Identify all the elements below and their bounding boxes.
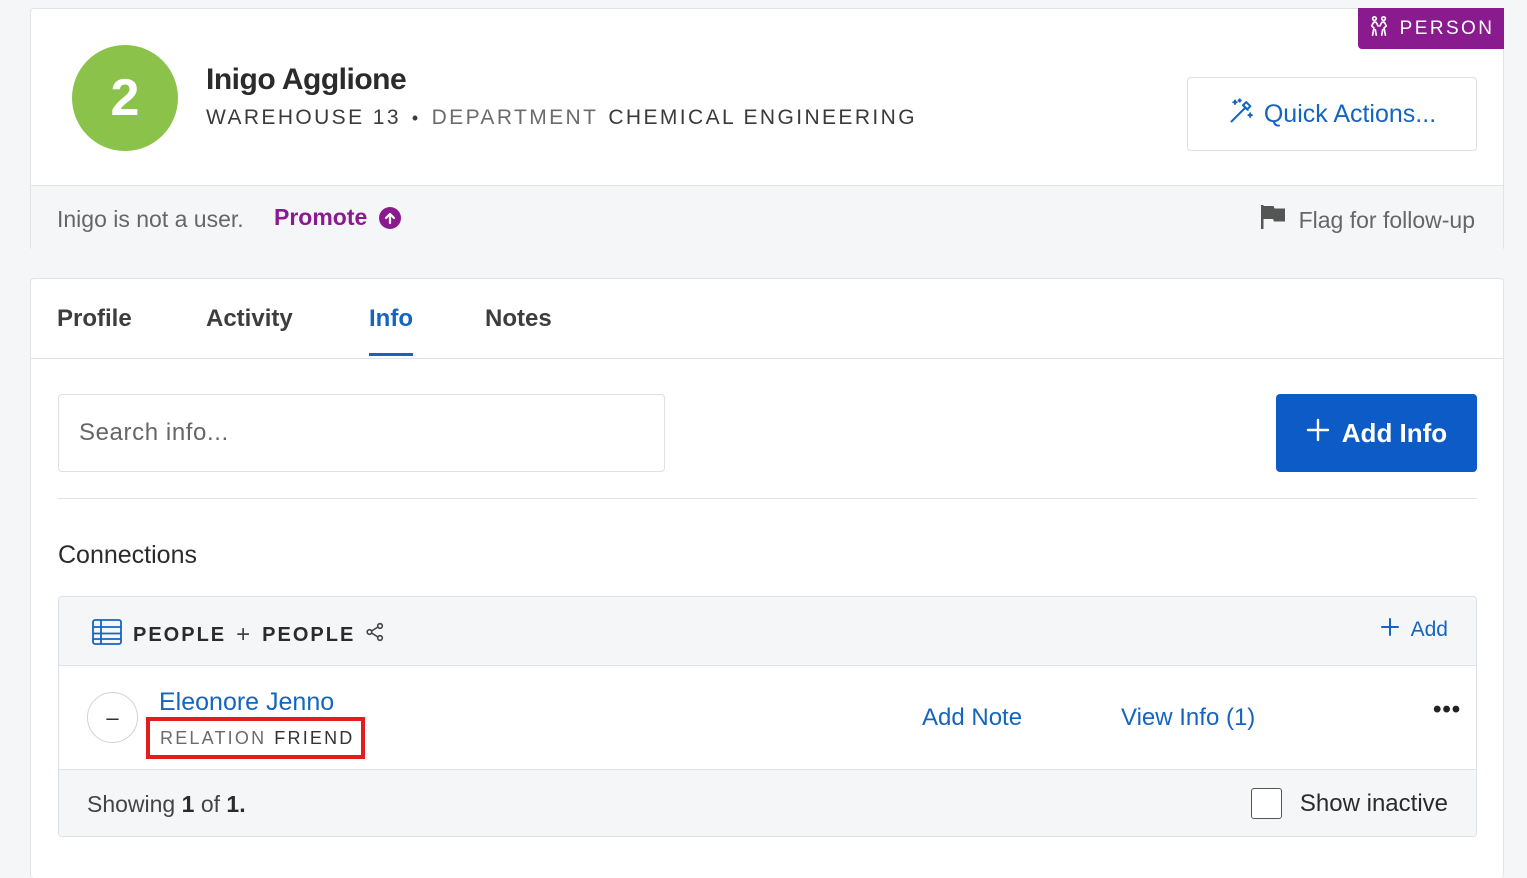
plus-icon: [1306, 418, 1330, 449]
user-status-text: Inigo is not a user.: [57, 206, 244, 232]
add-note-link[interactable]: Add Note: [922, 704, 1022, 732]
arrow-up-circle-icon: [379, 206, 402, 229]
person-header-card: 2 Inigo Agglione WAREHOUSE 13 • DEPARTME…: [30, 8, 1504, 251]
tab-bar: Profile Activity Info Notes: [31, 279, 1503, 359]
group-left-label: PEOPLE: [133, 623, 227, 646]
promote-button[interactable]: Promote: [274, 204, 402, 231]
connection-row: – Eleonore Jenno RELATION FRIEND Add Not…: [59, 666, 1476, 769]
count-suffix: .: [239, 791, 246, 817]
shown-count: 1: [181, 791, 195, 817]
warehouse-label: WAREHOUSE 13: [206, 106, 401, 129]
show-inactive-checkbox[interactable]: [1250, 788, 1282, 819]
view-info-link[interactable]: View Info (1): [1121, 704, 1255, 732]
tab-activity[interactable]: Activity: [206, 305, 293, 353]
add-connection-button[interactable]: Add: [1380, 618, 1448, 642]
person-name: Inigo Agglione: [206, 63, 407, 96]
total-count: 1: [226, 791, 240, 817]
table-icon: [91, 618, 123, 652]
tab-info[interactable]: Info: [369, 305, 413, 356]
group-right-label: PEOPLE: [262, 623, 356, 646]
quick-actions-button[interactable]: Quick Actions...: [1187, 77, 1477, 151]
promote-label: Promote: [274, 204, 368, 230]
add-connection-label: Add: [1410, 618, 1448, 641]
add-info-label: Add Info: [1341, 417, 1448, 448]
connections-table: PEOPLE + PEOPLE Add – Eleonore Jenno REL…: [58, 596, 1477, 837]
connections-footer: Showing 1 of 1. Show inactive: [59, 769, 1476, 836]
of-word: of: [200, 791, 220, 817]
connection-name-link[interactable]: Eleonore Jenno: [159, 688, 334, 717]
avatar: 2: [72, 45, 178, 151]
people-icon: [1368, 15, 1390, 43]
share-network-icon: [365, 622, 385, 648]
show-inactive-label: Show inactive: [1299, 789, 1448, 817]
department-value: CHEMICAL ENGINEERING: [608, 106, 917, 129]
collapse-row-button[interactable]: –: [87, 692, 138, 743]
showing-prefix: Showing: [87, 791, 176, 817]
magic-wand-icon: [1228, 97, 1256, 132]
flag-icon: [1259, 204, 1287, 236]
user-status-bar: Inigo is not a user. Promote Flag for fo…: [31, 185, 1503, 251]
person-meta: WAREHOUSE 13 • DEPARTMENT CHEMICAL ENGIN…: [206, 106, 917, 130]
quick-actions-label: Quick Actions...: [1263, 99, 1437, 128]
divider: [58, 498, 1477, 499]
entity-type-label: PERSON: [1399, 17, 1495, 39]
separator-dot: •: [411, 107, 421, 128]
connection-type-title: PEOPLE + PEOPLE: [91, 618, 385, 652]
flag-follow-up-button[interactable]: Flag for follow-up: [1259, 204, 1475, 236]
connections-heading: Connections: [58, 541, 197, 569]
showing-count: Showing 1 of 1.: [87, 791, 246, 818]
plus-separator: +: [236, 621, 253, 648]
flag-label: Flag for follow-up: [1298, 206, 1475, 233]
relation-label: RELATION FRIEND: [146, 717, 365, 759]
show-inactive-toggle[interactable]: Show inactive: [1250, 788, 1448, 819]
tab-notes[interactable]: Notes: [485, 305, 552, 353]
relation-value: FRIEND: [274, 727, 355, 748]
details-card: Profile Activity Info Notes Add Info Con…: [30, 278, 1504, 878]
entity-type-badge: PERSON: [1358, 8, 1504, 49]
relation-key: RELATION: [160, 727, 267, 748]
department-key: DEPARTMENT: [431, 106, 599, 129]
plus-icon: [1380, 618, 1399, 642]
add-info-button[interactable]: Add Info: [1276, 394, 1477, 472]
more-options-icon[interactable]: •••: [1433, 696, 1461, 724]
search-info-input[interactable]: [58, 394, 665, 472]
connections-group-header: PEOPLE + PEOPLE Add: [59, 597, 1476, 666]
tab-profile[interactable]: Profile: [57, 305, 132, 353]
